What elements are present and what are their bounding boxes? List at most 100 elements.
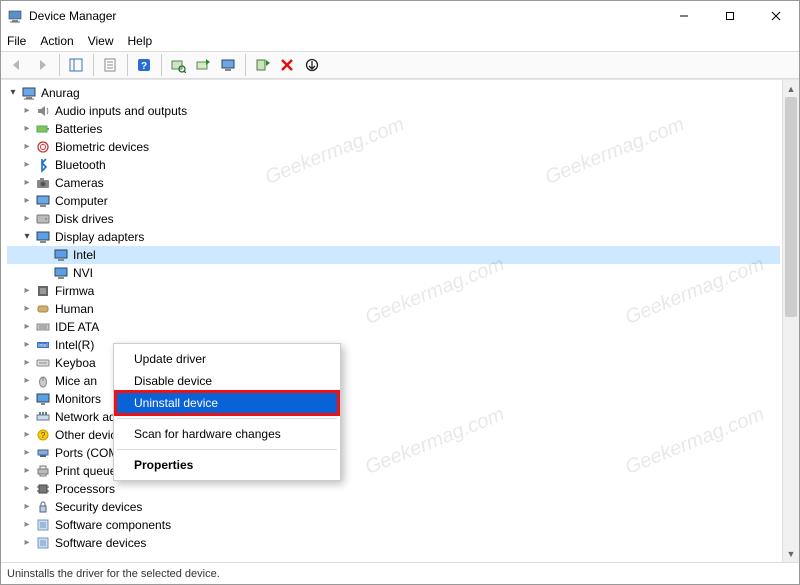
expand-arrow-icon[interactable] [21,192,33,210]
tree-category[interactable]: Processors [7,480,780,498]
hid-icon [35,301,51,317]
menu-help[interactable]: Help [128,34,153,48]
expand-arrow-icon[interactable] [21,156,33,174]
scroll-track[interactable] [783,97,799,545]
expand-arrow-icon[interactable] [21,354,33,372]
expand-arrow-icon[interactable] [21,102,33,120]
tree-category[interactable]: Audio inputs and outputs [7,102,780,120]
tree-category[interactable]: Human [7,300,780,318]
expand-arrow-icon[interactable] [21,282,33,300]
back-button[interactable] [5,53,29,77]
expand-arrow-icon[interactable] [21,462,33,480]
expand-arrow-icon[interactable] [21,336,33,354]
expand-arrow-icon[interactable] [7,84,19,102]
toolbar-separator [245,54,246,76]
tree-device[interactable]: Intel [7,246,780,264]
expand-arrow-icon[interactable] [21,372,33,390]
tree-root[interactable]: Anurag [7,84,780,102]
ctx-properties[interactable]: Properties [116,454,338,476]
tree-item-label: Software components [55,516,171,534]
expand-arrow-icon[interactable] [21,228,33,246]
battery-icon [35,121,51,137]
display-icon [35,229,51,245]
tree-category[interactable]: Cameras [7,174,780,192]
ctx-update-driver[interactable]: Update driver [116,348,338,370]
tree-device[interactable]: NVI [7,264,780,282]
expand-arrow-icon[interactable] [21,210,33,228]
expand-arrow-icon[interactable] [21,138,33,156]
ctx-disable-device[interactable]: Disable device [116,370,338,392]
other-icon: ? [35,427,51,443]
tree-item-label: Keyboa [55,354,96,372]
properties-button[interactable] [98,53,122,77]
cpu-icon [35,481,51,497]
expand-arrow-icon[interactable] [21,174,33,192]
enable-device-button[interactable] [250,53,274,77]
biometric-icon [35,139,51,155]
audio-icon [35,103,51,119]
tree-category[interactable]: Firmwa [7,282,780,300]
tree-category[interactable]: Disk drives [7,210,780,228]
printer-icon [35,463,51,479]
expand-arrow-icon[interactable] [21,426,33,444]
show-hide-tree-button[interactable] [64,53,88,77]
uninstall-device-button[interactable] [275,53,299,77]
menubar: File Action View Help [1,31,799,51]
security-icon [35,499,51,515]
ctx-uninstall-device[interactable]: Uninstall device [116,392,338,414]
scroll-thumb[interactable] [785,97,797,317]
scroll-down-button[interactable]: ▼ [783,545,799,562]
vertical-scrollbar[interactable]: ▲ ▼ [782,80,799,562]
disable-device-button[interactable] [300,53,324,77]
maximize-button[interactable] [707,1,753,31]
expand-arrow-icon[interactable] [21,444,33,462]
tree-item-label: Batteries [55,120,102,138]
tree-category[interactable]: IDE ATA [7,318,780,336]
toolbar-separator [59,54,60,76]
menu-file[interactable]: File [7,34,26,48]
tree-category[interactable]: Batteries [7,120,780,138]
update-driver-button[interactable] [191,53,215,77]
tree-category[interactable]: Software devices [7,534,780,552]
tree-category[interactable]: Security devices [7,498,780,516]
tree-item-label: Bluetooth [55,156,106,174]
scan-hardware-button[interactable] [166,53,190,77]
keyboard-icon [35,355,51,371]
menu-action[interactable]: Action [40,34,73,48]
svg-text:?: ? [141,61,147,72]
forward-button[interactable] [30,53,54,77]
tree-item-label: Audio inputs and outputs [55,102,187,120]
monitor-icon [35,391,51,407]
minimize-button[interactable] [661,1,707,31]
menu-view[interactable]: View [88,34,114,48]
tree-category[interactable]: Biometric devices [7,138,780,156]
toolbar-separator [161,54,162,76]
tree-item-label: Firmwa [55,282,94,300]
device-tree[interactable]: AnuragAudio inputs and outputsBatteriesB… [1,80,782,562]
tree-category[interactable]: Software components [7,516,780,534]
camera-icon [35,175,51,191]
expand-arrow-icon[interactable] [21,408,33,426]
close-button[interactable] [753,1,799,31]
expand-arrow-icon[interactable] [21,516,33,534]
expand-arrow-icon[interactable] [21,318,33,336]
tree-category-display-adapters[interactable]: Display adapters [7,228,780,246]
tree-category[interactable]: Computer [7,192,780,210]
tree-item-label: Software devices [55,534,146,552]
expand-arrow-icon[interactable] [21,480,33,498]
pc-icon [21,85,37,101]
tree-item-label: Intel(R) [55,336,94,354]
expand-arrow-icon[interactable] [21,120,33,138]
window-title: Device Manager [29,9,661,23]
expand-arrow-icon[interactable] [21,390,33,408]
tree-category[interactable]: Bluetooth [7,156,780,174]
monitor-button[interactable] [216,53,240,77]
titlebar: Device Manager [1,1,799,31]
help-button[interactable]: ? [132,53,156,77]
expand-arrow-icon[interactable] [21,534,33,552]
expand-arrow-icon[interactable] [21,300,33,318]
context-menu: Update driver Disable device Uninstall d… [113,343,341,481]
expand-arrow-icon[interactable] [21,498,33,516]
ctx-scan-hardware[interactable]: Scan for hardware changes [116,423,338,445]
scroll-up-button[interactable]: ▲ [783,80,799,97]
